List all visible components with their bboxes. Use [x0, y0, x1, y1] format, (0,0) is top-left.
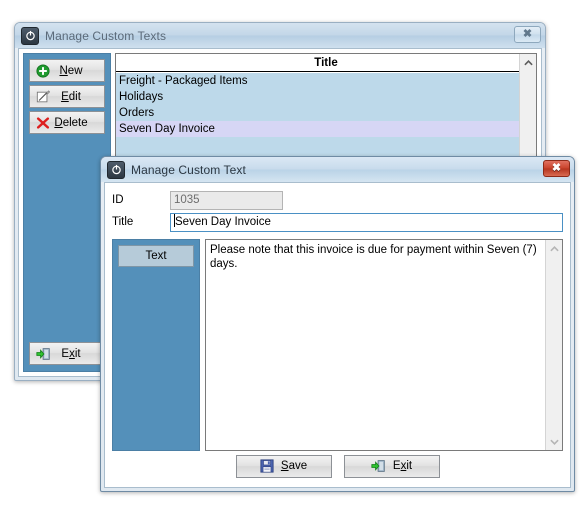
edit-button-label: Edit — [61, 90, 81, 103]
table-row-title: Orders — [119, 107, 155, 119]
table-row[interactable]: Freight - Packaged Items — [116, 73, 519, 89]
new-button[interactable]: New — [29, 59, 105, 82]
main-exit-button-label: Exit — [61, 347, 81, 360]
table-row-title: Freight - Packaged Items — [119, 75, 248, 87]
close-icon[interactable]: ✖ — [514, 26, 541, 43]
dialog-footer: Save Exit — [112, 451, 563, 481]
main-window-buttons: ✖ — [514, 26, 541, 43]
exit-door-icon — [371, 459, 386, 473]
save-button[interactable]: Save — [235, 454, 332, 478]
id-field-row: ID 1035 — [112, 189, 563, 211]
dialog-body: ID 1035 Title Seven Day Invoice Text Ple… — [104, 182, 571, 488]
text-editor[interactable]: Please note that this invoice is due for… — [205, 239, 563, 451]
main-window-titlebar[interactable]: Manage Custom Texts ✖ — [15, 23, 545, 48]
save-button-label: Save — [280, 460, 308, 472]
title-field-row: Title Seven Day Invoice — [112, 211, 563, 233]
new-button-label: New — [59, 64, 83, 77]
text-editor-content[interactable]: Please note that this invoice is due for… — [206, 240, 545, 450]
pencil-icon — [34, 89, 52, 104]
power-icon — [107, 160, 125, 179]
dialog-titlebar[interactable]: Manage Custom Text ✖ — [101, 157, 574, 182]
table-row-title: Holidays — [119, 91, 164, 103]
title-input-value: Seven Day Invoice — [175, 215, 271, 228]
text-editor-scrollbar[interactable] — [545, 240, 562, 450]
delete-button-label: Delete — [54, 116, 88, 129]
table-row[interactable]: Orders — [116, 105, 519, 121]
id-label: ID — [112, 194, 124, 206]
manage-custom-text-dialog: Manage Custom Text ✖ ID 1035 Title Seven… — [100, 156, 575, 492]
plus-circle-icon — [34, 63, 52, 78]
dialog-window-buttons: ✖ — [543, 160, 570, 177]
close-glyph: ✖ — [522, 28, 533, 40]
title-input[interactable]: Seven Day Invoice — [170, 212, 563, 232]
close-icon[interactable]: ✖ — [543, 160, 570, 177]
table-row-title: Seven Day Invoice — [119, 123, 215, 135]
tab-text[interactable]: Text — [118, 245, 194, 267]
floppy-disk-icon — [260, 459, 274, 473]
power-icon — [21, 26, 39, 45]
title-label: Title — [112, 216, 134, 228]
id-field: 1035 — [170, 190, 283, 210]
exit-door-icon — [34, 347, 52, 361]
chevron-up-icon[interactable] — [546, 240, 562, 257]
list-column-header-label: Title — [314, 56, 338, 69]
dialog-exit-button[interactable]: Exit — [343, 454, 440, 478]
chevron-down-icon[interactable] — [546, 433, 562, 450]
dialog-content-area: Text Please note that this invoice is du… — [112, 239, 563, 451]
dialog-title: Manage Custom Text — [131, 162, 246, 177]
dialog-tab-panel: Text — [112, 239, 200, 451]
delete-button[interactable]: Delete — [29, 111, 105, 134]
main-toolbar-panel: New Edit Delete Exit — [23, 53, 111, 372]
table-row[interactable]: Holidays — [116, 89, 519, 105]
list-column-header[interactable]: Title — [116, 54, 536, 72]
dialog-exit-button-label: Exit — [392, 460, 413, 472]
edit-button[interactable]: Edit — [29, 85, 105, 108]
close-glyph: ✖ — [551, 162, 562, 174]
table-row[interactable]: Seven Day Invoice — [116, 121, 519, 137]
main-window-title: Manage Custom Texts — [45, 28, 167, 43]
red-x-icon — [34, 116, 52, 130]
chevron-up-icon[interactable] — [520, 54, 536, 71]
main-exit-button[interactable]: Exit — [29, 342, 105, 365]
